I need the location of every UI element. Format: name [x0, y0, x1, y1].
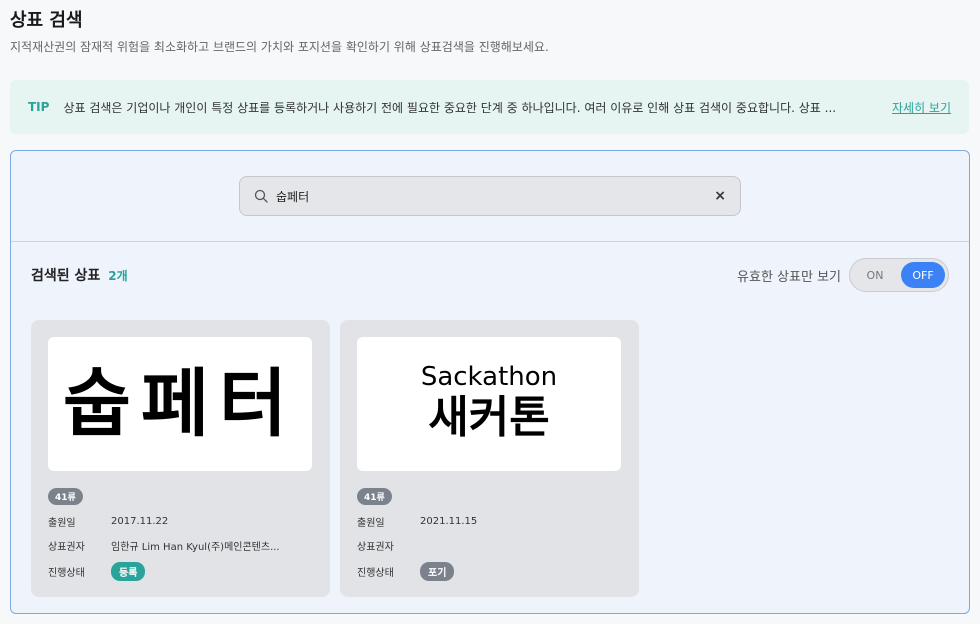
- search-box[interactable]: ×: [239, 176, 741, 216]
- trademark-mark-ko: 새커톤: [428, 391, 550, 443]
- owner-label: 상표권자: [357, 542, 394, 553]
- filing-date-row: 출원일 2021.11.15: [357, 514, 477, 529]
- close-icon[interactable]: ×: [714, 188, 726, 204]
- results-title: 검색된 상표: [31, 268, 101, 284]
- owner-row: 상표권자: [357, 538, 420, 553]
- trademark-image: 숩페터: [48, 337, 312, 471]
- owner-label: 상표권자: [48, 542, 85, 553]
- result-cards: 숩페터 41류 출원일 2017.11.22 상표권자 임한규 Lim Han …: [31, 320, 639, 597]
- tip-label: TIP: [28, 100, 50, 114]
- search-icon: [254, 188, 270, 204]
- filing-date-label: 출원일: [357, 518, 385, 529]
- tip-text: 상표 검색은 기업이나 개인이 특정 상표를 등록하거나 사용하기 전에 필요한…: [63, 100, 837, 115]
- trademark-card[interactable]: 숩페터 41류 출원일 2017.11.22 상표권자 임한규 Lim Han …: [31, 320, 330, 597]
- toggle-on-option[interactable]: ON: [853, 262, 897, 288]
- status-row: 진행상태 포기: [357, 562, 455, 581]
- status-label: 진행상태: [357, 568, 394, 579]
- results-header: 검색된 상표 2개: [31, 265, 128, 285]
- valid-only-label: 유효한 상표만 보기: [737, 269, 841, 285]
- search-panel: × 검색된 상표 2개 유효한 상표만 보기 ON OFF 숩페터 41류 출원…: [10, 150, 970, 614]
- owner-value: 임한규 Lim Han Kyul(주)메인콘텐츠...: [111, 542, 280, 553]
- status-label: 진행상태: [48, 568, 85, 579]
- filing-date-label: 출원일: [48, 518, 76, 529]
- page-subtitle: 지적재산권의 잠재적 위험을 최소화하고 브랜드의 가치와 포지션을 확인하기 …: [10, 40, 549, 54]
- status-badge: 등록: [111, 562, 146, 581]
- trademark-card[interactable]: Sackathon 새커톤 41류 출원일 2021.11.15 상표권자 진행…: [340, 320, 639, 597]
- trademark-mark-en: Sackathon: [420, 362, 558, 393]
- owner-row: 상표권자 임한규 Lim Han Kyul(주)메인콘텐츠...: [48, 538, 280, 553]
- search-area: ×: [11, 151, 969, 242]
- tip-more-link[interactable]: 자세히 보기: [892, 99, 951, 116]
- page-title: 상표 검색: [10, 10, 83, 31]
- trademark-mark-text: 숩페터: [62, 361, 298, 447]
- filing-date-value: 2021.11.15: [420, 516, 478, 527]
- valid-only-toggle[interactable]: ON OFF: [849, 258, 949, 292]
- trademark-image: Sackathon 새커톤: [357, 337, 621, 471]
- filing-date-value: 2017.11.22: [111, 516, 169, 527]
- valid-filter: 유효한 상표만 보기 ON OFF: [737, 258, 949, 292]
- results-count: 2개: [108, 269, 128, 283]
- filing-date-row: 출원일 2017.11.22: [48, 514, 168, 529]
- search-input[interactable]: [276, 189, 715, 203]
- status-badge: 포기: [420, 562, 455, 581]
- status-row: 진행상태 등록: [48, 562, 146, 581]
- tip-banner: TIP 상표 검색은 기업이나 개인이 특정 상표를 등록하거나 사용하기 전에…: [10, 80, 969, 134]
- toggle-off-option[interactable]: OFF: [901, 262, 945, 288]
- class-badge: 41류: [357, 488, 392, 505]
- class-badge: 41류: [48, 488, 83, 505]
